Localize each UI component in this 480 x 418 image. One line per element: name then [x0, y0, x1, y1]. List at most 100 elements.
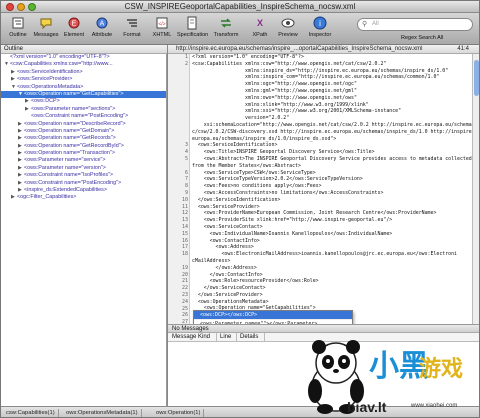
outline-node[interactable]: ▶ <ows:Operation name="DescribeRecord">: [1, 121, 166, 128]
code-area[interactable]: <?xml version="1.0" encoding="UTF-8"?> <c…: [192, 54, 472, 324]
svg-text:A: A: [100, 21, 105, 28]
code-line: xmlns:gml="http://www.opengis.net/gml": [192, 87, 357, 94]
code-line: <ows:Fees>no conditions apply</ows:Fees>: [192, 183, 322, 190]
code-line: <?xml version="1.0" encoding="UTF-8"?>: [192, 54, 304, 60]
toolbar-specification-button[interactable]: Specification: [177, 16, 208, 38]
line-number: 22: [181, 285, 188, 292]
preview-icon: [281, 18, 295, 28]
outline-node[interactable]: ▶ <inspire_ds:ExtendedCapabilities>: [1, 187, 166, 194]
scrollbar-thumb[interactable]: [474, 60, 479, 96]
code-line: <ows:ElectronicMailAddress>ioannis.kanel…: [192, 251, 457, 258]
outline-node-label: <ows:Operation name="GetRecordById">: [24, 142, 124, 149]
code-line: c/csw/2.0.2/CSW-discovery.xsd http://ins…: [192, 128, 472, 135]
toolbar-button-label: Element: [63, 32, 85, 38]
code-line: </ows:Address>: [192, 264, 257, 271]
outline-node[interactable]: <?xml version="1.0" encoding="UTF-8"?>: [1, 54, 166, 61]
outline-node[interactable]: ▶ <ows:Constraint name="PostEncoding">: [1, 180, 166, 187]
editor-header: http://inspire.ec.europa.eu/schemas/insp…: [168, 45, 479, 54]
line-number: 10: [181, 196, 188, 203]
outline-node[interactable]: ▶ <ows:Parameter name="sections">: [1, 106, 166, 113]
watermark-domain: biav.lt: [347, 399, 387, 415]
code-line: <ows:Title>INSPIRE Geoportal Discovery S…: [192, 149, 375, 156]
outline-node[interactable]: ▶ <ows:Parameter name="service">: [1, 157, 166, 164]
outline-node[interactable]: ▶ <ows:Operation name="Transaction">: [1, 150, 166, 157]
code-line: <ows:OperationsMetadata>: [192, 298, 269, 305]
line-number: 20: [181, 271, 188, 278]
inspector-icon: i: [313, 16, 327, 30]
column-line[interactable]: Line: [220, 334, 231, 340]
code-line: europa.eu/schemas/inspire_ds/1.0/inspire…: [192, 135, 337, 142]
line-number: 13: [181, 217, 188, 224]
outline-node[interactable]: ▶ <ows:ServiceIdentification>: [1, 69, 166, 76]
outline-node-label: <ogc:Filter_Capabilities>: [17, 194, 77, 201]
toolbar-button-label: Messages: [33, 32, 59, 38]
toolbar-button-label: Attribute: [91, 32, 113, 38]
code-line: </ows:ServiceProvider>: [192, 291, 263, 298]
editor-scrollbar[interactable]: [472, 54, 479, 324]
toolbar-format-button[interactable]: Format: [117, 16, 147, 38]
completion-item[interactable]: <ows:DCP></ows:DCP>: [194, 311, 352, 321]
toolbar-xpath-button[interactable]: X XPath: [245, 16, 275, 38]
code-line: <ows:Address>: [192, 244, 254, 251]
attribute-icon: A: [96, 17, 108, 29]
app-window: CSW_INSPIREGeoportalCapabilities_Inspire…: [0, 0, 480, 418]
code-line: <ows:ServiceIdentification>: [192, 142, 278, 149]
search-field[interactable]: ⚲ All: [357, 18, 473, 31]
watermark-url: www.xiaohei.com: [411, 403, 458, 409]
line-number: 9: [184, 190, 188, 196]
line-number: 12: [181, 210, 188, 217]
line-number: 6: [184, 169, 188, 176]
outline-node[interactable]: ▶ <ows:Operation name="GetDomain">: [1, 128, 166, 135]
toolbar-inspector-button[interactable]: i Inspector: [305, 16, 335, 38]
breadcrumb-item[interactable]: ows:Operation(1): [153, 409, 205, 417]
code-line: <ows:ContactInfo>: [192, 237, 260, 244]
column-details[interactable]: Details: [240, 334, 258, 340]
code-line: <ows:ServiceProvider>: [192, 203, 260, 210]
code-line: xmlns:ogc="http://www.opengis.net/ogc": [192, 81, 357, 88]
line-number: 11: [181, 203, 188, 210]
code-line: <ows:AccessConstraints>no limitations</o…: [192, 189, 384, 196]
outline-node[interactable]: ▶ <ows:Operation name="GetRecordById">: [1, 143, 166, 150]
toolbar-messages-button[interactable]: Messages: [31, 16, 61, 38]
outline-node[interactable]: <ows:Constraint name="PostEncoding">: [1, 113, 166, 120]
search-icon: ⚲: [362, 21, 368, 28]
line-number-gutter: 1 2 3 4 5 6 7 8 9 10 11 12 13 14 15 16 17 18 19 20 21 22 23 24 2…: [168, 54, 190, 324]
outline-node[interactable]: ▶ <ogc:Filter_Capabilities>: [1, 194, 166, 201]
column-divider: [264, 333, 265, 342]
toolbar-attribute-button[interactable]: A Attribute: [87, 16, 117, 38]
outline-node[interactable]: ▶ <ows:DCP>: [1, 98, 166, 105]
transform-icon: [221, 18, 231, 28]
code-line: xmlns:xlink="http://www.w3.org/1999/xlin…: [192, 101, 369, 108]
specification-icon: [187, 16, 197, 30]
xml-editor[interactable]: 1 2 3 4 5 6 7 8 9 10 11 12 13 14 15 16 17 18 19 20 21 22 23 24 2…: [168, 54, 472, 324]
outline-node[interactable]: ▼<ows:OperationsMetadata>: [1, 84, 166, 91]
column-divider: [216, 333, 217, 342]
line-number: 4: [184, 149, 188, 156]
line-number: 15: [181, 230, 188, 237]
outline-node[interactable]: ▶ <ows:Parameter name="version">: [1, 165, 166, 172]
toolbar-preview-button[interactable]: Preview: [273, 16, 303, 38]
breadcrumb-item[interactable]: csw:Capabilities(1): [3, 409, 59, 417]
toolbar-element-button[interactable]: E Element: [59, 16, 89, 38]
toolbar-outline-button[interactable]: Outline: [3, 16, 33, 38]
outline-node[interactable]: ▶ <ows:Operation name="GetRecords">: [1, 135, 166, 142]
breadcrumb-item[interactable]: ows:OperationsMetadata(1): [63, 409, 142, 417]
toolbar-transform-button[interactable]: Transform: [211, 16, 241, 38]
line-number: 25: [181, 305, 188, 312]
outline-node[interactable]: ▼<csw:Capabilities xmlns:csw="http://www…: [1, 61, 166, 68]
outline-node-label: <ows:Parameter name="service">: [24, 157, 106, 164]
outline-node[interactable]: ▶ <ows:Constraint name="IsoProfiles">: [1, 172, 166, 179]
line-number: 5: [184, 156, 188, 162]
outline-node-label: <ows:Parameter name="sections">: [31, 105, 116, 112]
column-message-kind[interactable]: Message Kind: [172, 334, 210, 340]
code-line: <ows:ProviderName>European Commission, J…: [192, 210, 437, 217]
toolbar-button-label: Format: [123, 32, 141, 38]
outline-node-label: <ows:Constraint name="IsoProfiles">: [24, 172, 114, 179]
element-icon: E: [68, 17, 80, 29]
outline-node[interactable]: ▼<ows:Operation name="GetCapabilities">: [1, 90, 166, 99]
outline-tree[interactable]: <?xml version="1.0" encoding="UTF-8"?> ▼<…: [1, 54, 167, 406]
toolbar-xhtml-button[interactable]: </> XHTML: [147, 16, 177, 38]
code-line: <ows:ProviderSite xlink:href="http://www…: [192, 217, 393, 224]
outline-node-label: <ows:Parameter name="version">: [24, 164, 106, 171]
outline-node[interactable]: ▶ <ows:ServiceProvider>: [1, 76, 166, 83]
